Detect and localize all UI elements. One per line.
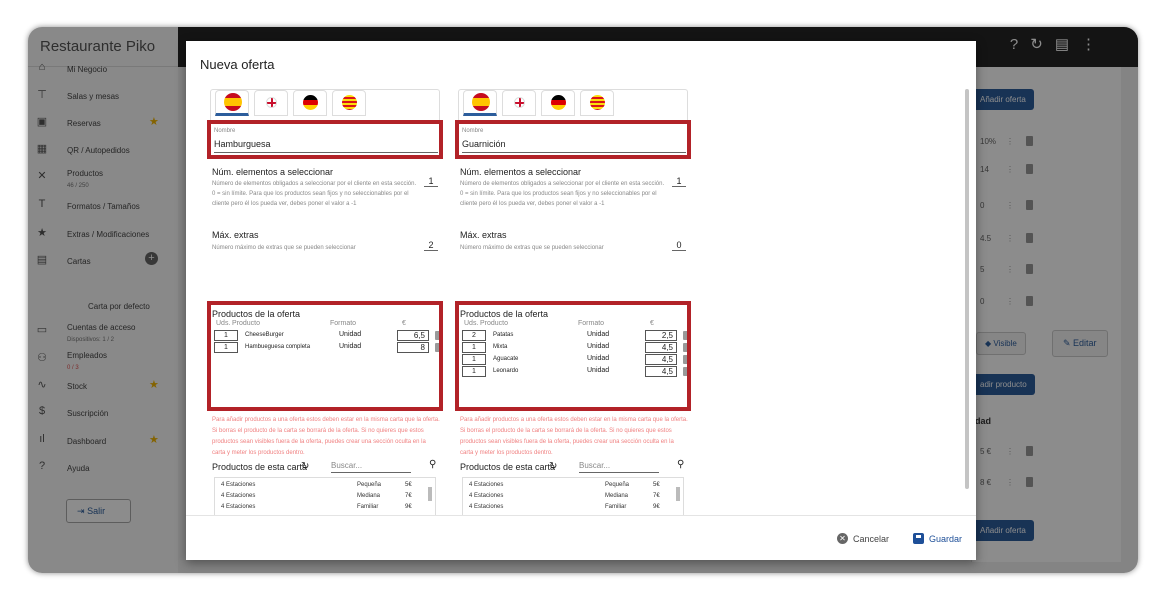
language-tabs: [458, 89, 688, 121]
menu-product-price: 5€: [653, 482, 660, 488]
dialog-title: Nueva oferta: [200, 57, 275, 72]
save-icon: [913, 533, 924, 544]
tab-english[interactable]: [502, 90, 536, 116]
search-icon[interactable]: ⚲: [429, 459, 436, 470]
menu-product-price: 9€: [405, 504, 412, 510]
menu-products-title: Productos de esta carta: [212, 462, 308, 472]
max-extras-description: Número máximo de extras que se pueden se…: [460, 245, 604, 251]
catalonia-flag-icon: [342, 95, 357, 110]
offer-section-column: Nombre Hamburguesa Núm. elementos a selecc…: [202, 87, 446, 515]
tab-spanish[interactable]: [463, 90, 497, 116]
tab-english[interactable]: [254, 90, 288, 116]
menu-product-name: 4 Estaciones: [221, 482, 256, 488]
tab-german[interactable]: [541, 90, 575, 116]
highlight-box: [455, 301, 691, 411]
uk-flag-icon: [266, 97, 277, 108]
menu-product-name: 4 Estaciones: [469, 504, 504, 510]
menu-product-name: 4 Estaciones: [469, 482, 504, 488]
menu-product-name: 4 Estaciones: [221, 504, 256, 510]
refresh-icon[interactable]: ↻: [301, 461, 309, 472]
uk-flag-icon: [514, 97, 525, 108]
list-item[interactable]: 4 Estaciones Pequeña 5€: [221, 480, 421, 491]
num-elements-title: Núm. elementos a seleccionar: [460, 167, 582, 177]
num-elements-input[interactable]: 1: [672, 176, 686, 187]
max-extras-input[interactable]: 0: [672, 240, 686, 251]
tab-catalan[interactable]: [332, 90, 366, 116]
menu-product-size: Pequeña: [605, 482, 630, 488]
menu-product-price: 5€: [405, 482, 412, 488]
list-item[interactable]: 4 Estaciones Familiar 9€: [469, 502, 669, 513]
menu-products-title: Productos de esta carta: [460, 462, 556, 472]
tab-german[interactable]: [293, 90, 327, 116]
germany-flag-icon: [551, 95, 566, 110]
menu-product-name: 4 Estaciones: [221, 493, 256, 499]
scrollbar-thumb[interactable]: [676, 487, 680, 501]
menu-products-list: 4 Estaciones Pequeña 5€ 4 Estaciones Mediana…: [462, 477, 684, 515]
cancel-button[interactable]: ✕ Cancelar: [837, 533, 889, 544]
list-item[interactable]: 4 Estaciones Pequeña 5€: [469, 480, 669, 491]
max-extras-title: Máx. extras: [460, 230, 507, 240]
max-extras-title: Máx. extras: [212, 230, 259, 240]
menu-product-price: 9€: [653, 504, 660, 510]
spain-flag-icon: [224, 93, 242, 111]
new-offer-dialog: Nueva oferta Nombre Hamburguesa Núm. eleme…: [186, 41, 976, 560]
menu-product-size: Mediana: [357, 493, 381, 499]
menu-product-price: 7€: [653, 493, 660, 499]
refresh-icon[interactable]: ↻: [549, 461, 557, 472]
list-item[interactable]: 4 Estaciones Mediana 7€: [469, 491, 669, 502]
tab-catalan[interactable]: [580, 90, 614, 116]
dialog-body: Nombre Hamburguesa Núm. elementos a selecc…: [202, 87, 978, 515]
num-elements-input[interactable]: 1: [424, 176, 438, 187]
max-extras-input[interactable]: 2: [424, 240, 438, 251]
menu-product-name: 4 Estaciones: [469, 493, 504, 499]
menu-product-price: 7€: [405, 493, 412, 499]
offer-note: Para añadir productos a una oferta estos…: [460, 417, 688, 456]
catalonia-flag-icon: [590, 95, 605, 110]
num-elements-description: Número de elementos obligados a seleccio…: [460, 181, 665, 207]
num-elements-description: Número de elementos obligados a seleccio…: [212, 181, 417, 207]
offer-note: Para añadir productos a una oferta estos…: [212, 417, 440, 456]
menu-products-list: 4 Estaciones Pequeña 5€ 4 Estaciones Mediana…: [214, 477, 436, 515]
dialog-footer: ✕ Cancelar Guardar: [186, 515, 976, 560]
list-item[interactable]: 4 Estaciones Mediana 7€: [221, 491, 421, 502]
save-label: Guardar: [929, 533, 963, 544]
list-scrollbar[interactable]: [676, 481, 680, 515]
menu-product-size: Familiar: [605, 504, 627, 510]
sidebar-overlay: [28, 27, 178, 573]
language-tabs: [210, 89, 440, 121]
search-icon[interactable]: ⚲: [677, 459, 684, 470]
search-input[interactable]: Buscar...: [579, 461, 659, 473]
highlight-box: [455, 120, 691, 159]
cancel-label: Cancelar: [853, 533, 890, 544]
dialog-scrollbar[interactable]: [964, 81, 970, 517]
spain-flag-icon: [472, 93, 490, 111]
search-input[interactable]: Buscar...: [331, 461, 411, 473]
germany-flag-icon: [303, 95, 318, 110]
highlight-box: [207, 120, 443, 159]
max-extras-description: Número máximo de extras que se pueden se…: [212, 245, 356, 251]
offer-section-column: Nombre Guarnición Núm. elementos a selecci…: [450, 87, 694, 515]
list-scrollbar[interactable]: [428, 481, 432, 515]
close-icon: ✕: [837, 533, 848, 544]
menu-product-size: Familiar: [357, 504, 379, 510]
menu-product-size: Mediana: [605, 493, 629, 499]
list-item[interactable]: 4 Estaciones Familiar 9€: [221, 502, 421, 513]
menu-product-size: Pequeña: [357, 482, 382, 488]
tab-spanish[interactable]: [215, 90, 249, 116]
num-elements-title: Núm. elementos a seleccionar: [212, 167, 334, 177]
save-button[interactable]: Guardar: [913, 533, 962, 544]
scrollbar-thumb[interactable]: [428, 487, 432, 501]
highlight-box: [207, 301, 443, 411]
scrollbar-thumb[interactable]: [965, 89, 969, 489]
